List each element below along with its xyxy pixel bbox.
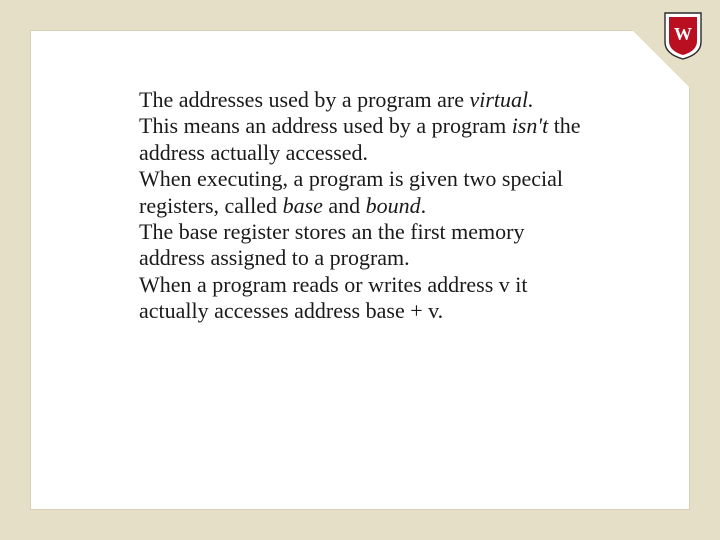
paragraph-4: The base register stores an the first me… bbox=[139, 219, 585, 272]
text-italic: isn't bbox=[512, 113, 549, 138]
text-italic: base bbox=[283, 193, 323, 218]
slide-card: The addresses used by a program are virt… bbox=[30, 30, 690, 510]
slide-body: The addresses used by a program are virt… bbox=[139, 87, 585, 325]
text: and bbox=[323, 193, 366, 218]
text: This means an address used by a program bbox=[139, 113, 512, 138]
paragraph-2: This means an address used by a program … bbox=[139, 113, 585, 166]
text: The addresses used by a program are bbox=[139, 87, 469, 112]
university-crest-logo: W bbox=[664, 12, 702, 60]
text-italic: virtual. bbox=[469, 87, 533, 112]
logo-letter: W bbox=[674, 24, 692, 44]
text-italic: bound bbox=[366, 193, 421, 218]
paragraph-5: When a program reads or writes address v… bbox=[139, 272, 585, 325]
paragraph-3: When executing, a program is given two s… bbox=[139, 166, 585, 219]
text: . bbox=[421, 193, 427, 218]
paragraph-1: The addresses used by a program are virt… bbox=[139, 87, 585, 113]
